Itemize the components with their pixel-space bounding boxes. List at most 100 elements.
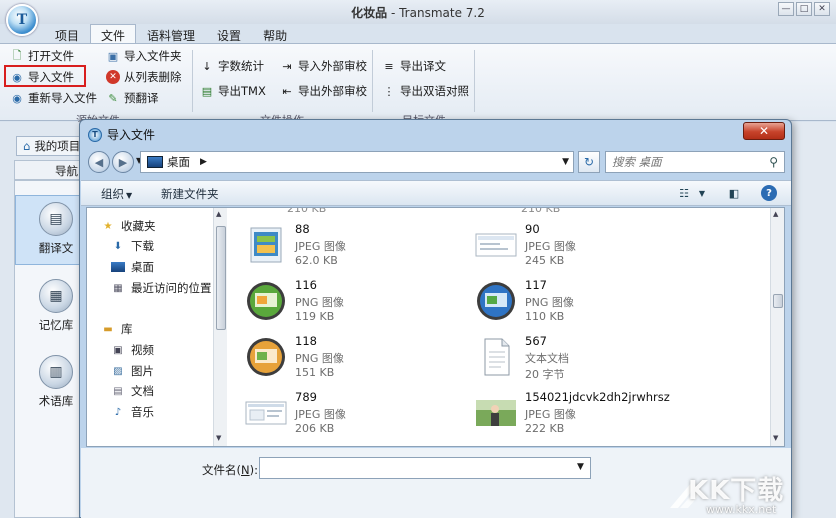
export-translation-button[interactable]: ≡ 导出译文 bbox=[382, 58, 446, 74]
menu-tab-project[interactable]: 项目 bbox=[44, 24, 90, 44]
reimport-file-button[interactable]: ◉ 重新导入文件 bbox=[10, 90, 97, 106]
file-item[interactable]: 117 PNG 图像 110 KB bbox=[475, 276, 705, 328]
new-folder-button[interactable]: 新建文件夹 bbox=[161, 186, 219, 202]
window-controls: — □ ✕ bbox=[778, 2, 830, 16]
termbase-icon: ▥ bbox=[39, 355, 73, 389]
import-external-review-button[interactable]: ⇥ 导入外部审校 bbox=[280, 58, 367, 74]
library-icon: ▬ bbox=[103, 323, 113, 335]
menu-tab-settings[interactable]: 设置 bbox=[206, 24, 252, 44]
filename-label: 文件名(N): bbox=[202, 463, 258, 477]
dialog-close-button[interactable]: ✕ bbox=[743, 122, 785, 140]
tree-item-documents[interactable]: ▤ 文档 bbox=[111, 383, 154, 399]
close-window-button[interactable]: ✕ bbox=[814, 2, 830, 16]
refresh-icon: ↻ bbox=[583, 155, 595, 169]
import-folder-button[interactable]: ▣ 导入文件夹 bbox=[106, 48, 182, 64]
image-thumbnail bbox=[250, 227, 282, 263]
file-list-scrollbar[interactable]: ▲ ▼ bbox=[770, 208, 784, 446]
filename-input[interactable] bbox=[259, 457, 591, 479]
music-icon: ♪ bbox=[114, 406, 122, 418]
ribbon: 🗋 打开文件 ◉ 导入文件 ◉ 重新导入文件 ▣ 导入文件夹 ✕ 从列表删除 ✎… bbox=[0, 43, 836, 127]
ribbon-separator bbox=[192, 50, 193, 112]
help-icon[interactable]: ? bbox=[761, 185, 777, 201]
tree-scroll-thumb[interactable] bbox=[216, 226, 226, 330]
tree-item-desktop[interactable]: 桌面 bbox=[111, 259, 154, 275]
menu-tab-file[interactable]: 文件 bbox=[90, 24, 137, 44]
export-tmx-button[interactable]: ▤ 导出TMX bbox=[200, 83, 266, 99]
word-count-button[interactable]: ↓ 字数统计 bbox=[200, 58, 264, 74]
file-item[interactable]: 118 PNG 图像 151 KB bbox=[245, 332, 475, 384]
remove-from-list-button[interactable]: ✕ 从列表删除 bbox=[106, 69, 182, 85]
search-box[interactable]: ⚲ bbox=[605, 151, 785, 173]
image-thumbnail bbox=[476, 400, 516, 426]
preview-pane-icon[interactable]: ◧ bbox=[725, 185, 743, 201]
filename-dropdown-icon[interactable]: ▼ bbox=[577, 462, 584, 472]
refresh-button[interactable]: ↻ bbox=[578, 151, 600, 173]
reimport-file-icon: ◉ bbox=[12, 91, 22, 105]
image-thumbnail bbox=[475, 233, 517, 257]
maximize-button[interactable]: □ bbox=[796, 2, 812, 16]
my-projects-tab[interactable]: ⌂ 我的项目 bbox=[16, 136, 88, 156]
export-translation-icon: ≡ bbox=[384, 59, 394, 73]
dialog-toolbar: 组织 ▼ 新建文件夹 ☷ ▼ ◧ ? bbox=[81, 180, 791, 206]
file-item[interactable]: 88 JPEG 图像 62.0 KB bbox=[245, 220, 475, 272]
text-document-icon bbox=[484, 338, 510, 376]
import-review-icon: ⇥ bbox=[282, 59, 292, 73]
file-item[interactable]: 567 文本文档 20 字节 bbox=[475, 332, 705, 384]
tree-item-pictures[interactable]: ▨ 图片 bbox=[111, 363, 154, 379]
menu-tab-help[interactable]: 帮助 bbox=[252, 24, 298, 44]
organize-menu[interactable]: 组织 ▼ bbox=[101, 186, 132, 202]
tree-item-videos[interactable]: ▣ 视频 bbox=[111, 342, 154, 358]
export-bilingual-icon: ⋮ bbox=[383, 84, 395, 98]
pre-translate-icon: ✎ bbox=[108, 91, 118, 105]
file-list: 210 KB 210 KB 88 JPEG 图像 62.0 KB 90 JPEG… bbox=[229, 208, 770, 446]
forward-arrow-icon: ▶ bbox=[118, 155, 128, 169]
open-file-button[interactable]: 🗋 打开文件 bbox=[10, 48, 74, 64]
address-bar[interactable]: 桌面 ▶ ▼ bbox=[140, 151, 574, 173]
downloads-icon: ⬇ bbox=[113, 240, 123, 252]
word-count-icon: ↓ bbox=[202, 59, 212, 73]
file-item[interactable]: 154021jdcvk2dh2jrwhrsz JPEG 图像 222 KB bbox=[475, 388, 705, 440]
menu-tab-corpus[interactable]: 语料管理 bbox=[136, 24, 206, 44]
search-input[interactable] bbox=[612, 155, 752, 169]
view-options-icon[interactable]: ☷ bbox=[675, 185, 693, 201]
import-file-button[interactable]: ◉ 导入文件 bbox=[10, 69, 74, 85]
export-external-review-button[interactable]: ⇤ 导出外部审校 bbox=[280, 83, 367, 99]
clipped-file-size: 210 KB bbox=[521, 208, 561, 215]
watermark-url: www.kkx.net bbox=[706, 503, 777, 516]
tree-item-music[interactable]: ♪ 音乐 bbox=[111, 404, 154, 420]
scroll-up-icon[interactable]: ▲ bbox=[773, 210, 778, 218]
pre-translate-button[interactable]: ✎ 预翻译 bbox=[106, 90, 158, 106]
breadcrumb-arrow-icon[interactable]: ▶ bbox=[200, 157, 207, 167]
file-list-scroll-thumb[interactable] bbox=[773, 294, 783, 308]
import-file-icon: ◉ bbox=[12, 70, 22, 84]
image-thumbnail bbox=[247, 338, 285, 376]
scroll-down-icon[interactable]: ▼ bbox=[216, 434, 221, 442]
export-tmx-icon: ▤ bbox=[201, 84, 213, 98]
tree-item-recent-places[interactable]: ▦ 最近访问的位置 bbox=[111, 280, 211, 296]
forward-button[interactable]: ▶ bbox=[112, 151, 134, 173]
file-item[interactable]: 116 PNG 图像 119 KB bbox=[245, 276, 475, 328]
navigation-bar: ◀ ▶ ▼ 桌面 ▶ ▼ ↻ ⚲ bbox=[88, 150, 785, 174]
file-item[interactable]: 789 JPEG 图像 206 KB bbox=[245, 388, 475, 440]
tree-item-downloads[interactable]: ⬇ 下载 bbox=[111, 238, 154, 254]
scroll-down-icon[interactable]: ▼ bbox=[773, 434, 778, 442]
search-icon[interactable]: ⚲ bbox=[769, 155, 778, 169]
tree-scrollbar[interactable]: ▲ ▼ bbox=[213, 208, 227, 446]
back-button[interactable]: ◀ bbox=[88, 151, 110, 173]
address-dropdown-icon[interactable]: ▼ bbox=[562, 157, 569, 167]
export-bilingual-button[interactable]: ⋮ 导出双语对照 bbox=[382, 83, 470, 99]
documents-icon: ▤ bbox=[113, 385, 123, 397]
minimize-button[interactable]: — bbox=[778, 2, 794, 16]
view-dropdown-icon[interactable]: ▼ bbox=[693, 185, 711, 201]
star-icon: ★ bbox=[103, 220, 113, 232]
folder-icon: ▣ bbox=[107, 49, 119, 63]
desktop-icon bbox=[111, 262, 125, 272]
clipped-file-size: 210 KB bbox=[287, 208, 327, 215]
navigation-tree: ★ 收藏夹 ⬇ 下载 桌面 ▦ 最近访问的位置 ▬ 库 ▣ 视频 ▨ 图片 ▤ … bbox=[87, 208, 227, 446]
app-logo[interactable]: T bbox=[6, 4, 38, 36]
image-thumbnail bbox=[477, 282, 515, 320]
scroll-up-icon[interactable]: ▲ bbox=[216, 210, 221, 218]
tree-item-libraries[interactable]: ▬ 库 bbox=[101, 321, 132, 337]
tree-item-favorites[interactable]: ★ 收藏夹 bbox=[101, 218, 156, 234]
file-item[interactable]: 90 JPEG 图像 245 KB bbox=[475, 220, 705, 272]
